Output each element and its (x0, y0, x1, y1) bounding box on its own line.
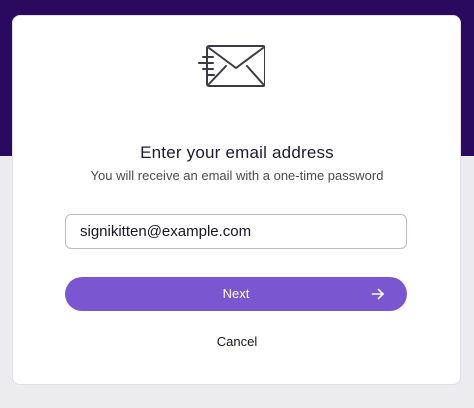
page-title: Enter your email address (140, 143, 334, 162)
next-button[interactable]: Next (65, 277, 407, 311)
mail-fast-icon (198, 45, 265, 87)
arrow-right-icon (371, 288, 384, 300)
cancel-button[interactable]: Cancel (0, 334, 474, 349)
page-subtitle: You will receive an email with a one-tim… (90, 168, 384, 183)
next-button-label: Next (222, 286, 250, 301)
email-field[interactable] (65, 214, 407, 249)
